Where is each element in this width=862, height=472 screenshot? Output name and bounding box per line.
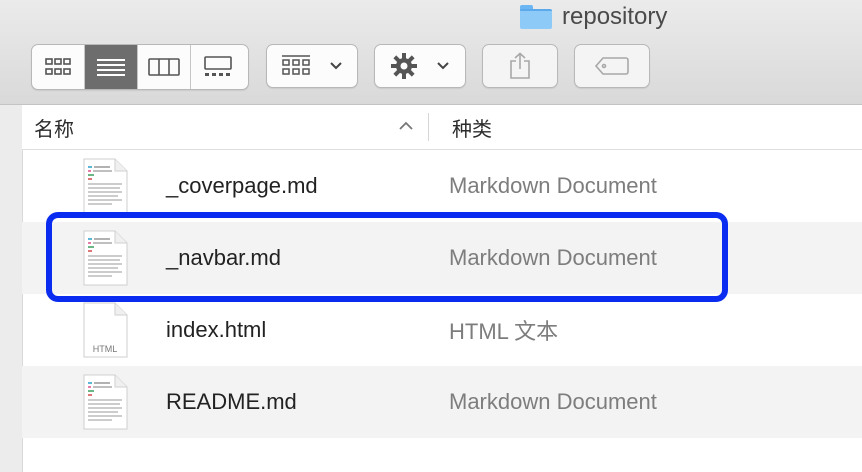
list-view-icon xyxy=(97,59,125,76)
file-kind: Markdown Document xyxy=(449,389,657,414)
column-header: 名称 种类 xyxy=(22,105,862,150)
column-header-name[interactable]: 名称 xyxy=(34,105,414,149)
column-separator[interactable] xyxy=(428,113,429,141)
file-kind: HTML 文本 xyxy=(449,319,559,344)
view-mode-control xyxy=(31,44,249,90)
file-row[interactable]: _coverpage.md Markdown Document xyxy=(22,150,862,222)
group-grid-icon xyxy=(282,55,310,75)
file-name: index.html xyxy=(166,317,267,342)
markdown-doc-icon xyxy=(83,158,128,214)
column-header-name-label: 名称 xyxy=(34,118,74,141)
window-title-text: repository xyxy=(562,3,668,30)
column-header-kind-label: 种类 xyxy=(452,118,492,141)
icon-view-icon xyxy=(45,58,71,75)
window-title: repository xyxy=(520,2,667,32)
action-menu-button[interactable] xyxy=(374,44,466,88)
sort-ascending-icon xyxy=(399,121,413,130)
file-kind: Markdown Document xyxy=(449,173,657,198)
icon-view-button[interactable] xyxy=(32,45,85,89)
file-kind: Markdown Document xyxy=(449,245,657,270)
chevron-down-icon xyxy=(330,62,342,70)
toolbar: repository xyxy=(0,0,862,105)
chevron-down-icon xyxy=(437,62,449,70)
file-name: README.md xyxy=(166,389,297,414)
file-rows: _coverpage.md Markdown Document _navbar.… xyxy=(22,150,862,438)
file-row[interactable]: _navbar.md Markdown Document xyxy=(22,222,862,294)
tag-button[interactable] xyxy=(574,44,650,88)
markdown-doc-icon xyxy=(83,230,128,286)
html-doc-icon: HTML xyxy=(83,302,128,358)
file-name: _navbar.md xyxy=(166,245,281,270)
file-list: 名称 种类 _coverpage.md Markdown Document _n… xyxy=(22,105,862,472)
tag-icon xyxy=(594,57,629,75)
column-view-button[interactable] xyxy=(138,45,191,89)
gallery-view-icon xyxy=(203,56,232,76)
share-button[interactable] xyxy=(482,44,558,88)
group-by-button[interactable] xyxy=(266,44,358,88)
html-doc-label: HTML xyxy=(93,344,118,354)
share-icon xyxy=(510,52,530,79)
file-name: _coverpage.md xyxy=(166,173,318,198)
column-view-icon xyxy=(148,58,180,76)
list-view-button[interactable] xyxy=(85,45,138,89)
file-row[interactable]: README.md Markdown Document xyxy=(22,366,862,438)
gallery-view-button[interactable] xyxy=(191,45,244,89)
sidebar-edge xyxy=(0,105,23,472)
column-header-kind[interactable]: 种类 xyxy=(452,105,492,149)
gear-icon xyxy=(391,53,417,79)
folder-icon xyxy=(520,5,552,29)
markdown-doc-icon xyxy=(83,374,128,430)
file-row[interactable]: HTML index.html HTML 文本 xyxy=(22,294,862,366)
